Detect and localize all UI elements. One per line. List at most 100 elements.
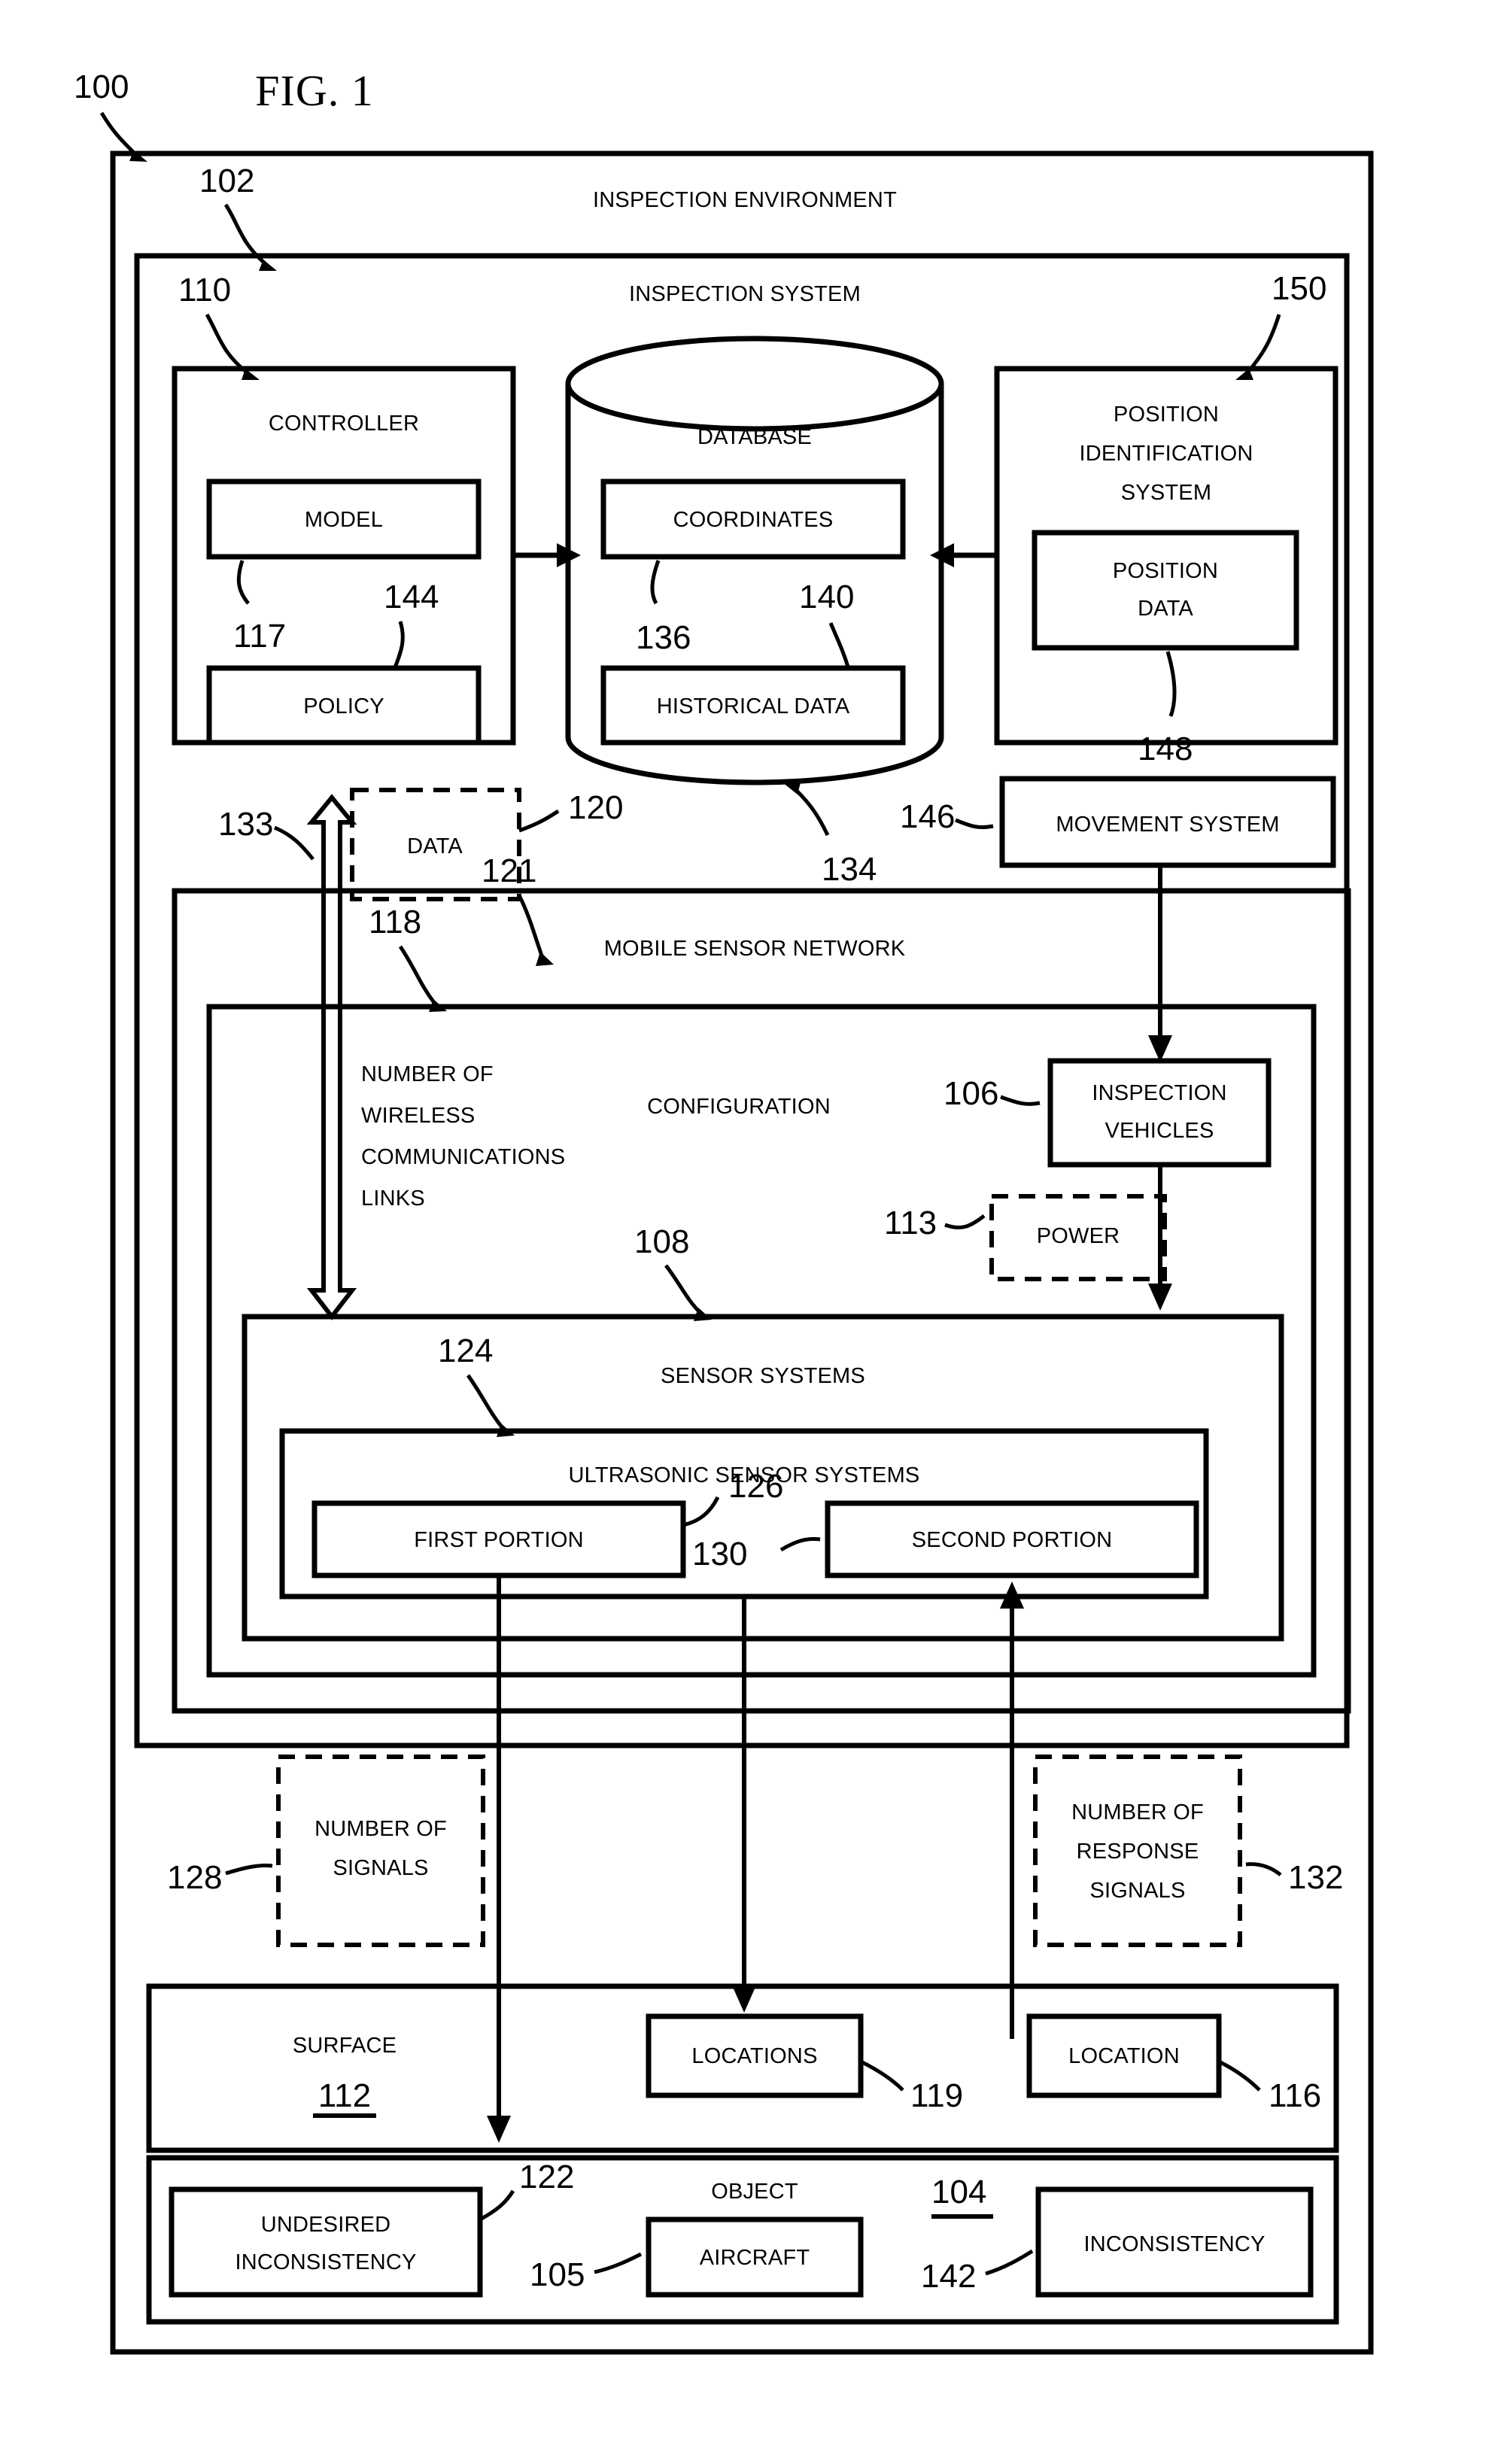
ref-140: 140 xyxy=(799,579,854,615)
number-of-response-signals-line2: RESPONSE xyxy=(1077,1840,1199,1864)
figure-title: FIG. 1 xyxy=(255,66,373,115)
number-of-signals-line1: NUMBER OF xyxy=(314,1817,447,1841)
leader-133 xyxy=(274,825,314,861)
wireless-links-line2: WIRELESS xyxy=(361,1104,475,1128)
movement-system-label: MOVEMENT SYSTEM xyxy=(1056,813,1279,837)
leader-108 xyxy=(664,1264,701,1314)
leader-113 xyxy=(944,1214,986,1229)
inspection-system-label: INSPECTION SYSTEM xyxy=(629,282,861,306)
leader-120 xyxy=(518,809,560,833)
ref-105: 105 xyxy=(530,2256,585,2293)
ref-133: 133 xyxy=(218,806,273,843)
position-data-box xyxy=(1032,530,1299,651)
wireless-links-line3: COMMUNICATIONS xyxy=(361,1145,565,1169)
leader-146 xyxy=(955,818,994,830)
second-portion-label: SECOND PORTION xyxy=(912,1528,1113,1552)
number-of-response-signals-line3: SIGNALS xyxy=(1089,1879,1185,1903)
ref-100: 100 xyxy=(74,68,129,105)
leader-140 xyxy=(828,622,851,670)
aircraft-label: AIRCRAFT xyxy=(700,2246,810,2270)
ref-117: 117 xyxy=(233,618,286,655)
leader-118 xyxy=(398,945,436,1005)
policy-label: POLICY xyxy=(303,694,384,719)
leader-121 xyxy=(517,894,544,956)
controller-label: CONTROLLER xyxy=(269,412,419,436)
number-of-signals-box xyxy=(276,1755,485,1947)
leader-122 xyxy=(479,2189,515,2222)
number-of-signals-line2: SIGNALS xyxy=(333,1856,428,1880)
leader-100 xyxy=(99,111,137,156)
ref-108: 108 xyxy=(634,1223,689,1260)
leader-105 xyxy=(594,2252,643,2274)
position-id-label-line2: IDENTIFICATION xyxy=(1079,442,1253,466)
ref-122: 122 xyxy=(519,2159,574,2195)
leader-126 xyxy=(682,1496,720,1527)
leader-150 xyxy=(1246,314,1281,374)
position-data-label-line1: POSITION xyxy=(1113,559,1218,583)
ref-106: 106 xyxy=(943,1075,998,1112)
leader-124 xyxy=(466,1374,504,1429)
sensor-systems-label: SENSOR SYSTEMS xyxy=(661,1364,865,1388)
ref-126: 126 xyxy=(728,1468,783,1505)
leader-134-arrowhead xyxy=(782,782,801,794)
ref-132: 132 xyxy=(1288,1859,1343,1896)
model-label: MODEL xyxy=(305,508,383,532)
ref-142: 142 xyxy=(921,2258,976,2295)
ref-124: 124 xyxy=(438,1332,493,1369)
ref-113: 113 xyxy=(884,1205,937,1241)
database-label: DATABASE xyxy=(697,425,812,449)
wireless-links-line4: LINKS xyxy=(361,1186,425,1211)
inspection-vehicles-box xyxy=(1047,1058,1272,1168)
ref-118: 118 xyxy=(369,904,421,940)
ref-150: 150 xyxy=(1272,270,1326,307)
ref-144: 144 xyxy=(384,579,439,615)
vehicles-to-sensors-arrow xyxy=(1148,1165,1172,1311)
undesired-inconsistency-box xyxy=(169,2186,483,2298)
wireless-links-double-arrow xyxy=(306,794,357,1320)
leader-134 xyxy=(795,788,830,837)
leader-106 xyxy=(1000,1095,1041,1106)
leader-142 xyxy=(985,2249,1034,2276)
mobile-sensor-network-label: MOBILE SENSOR NETWORK xyxy=(604,937,906,961)
second-portion-response-line xyxy=(1000,1581,1024,2039)
surface-row-box xyxy=(146,1983,1339,2153)
inspection-vehicles-label-line2: VEHICLES xyxy=(1105,1119,1214,1143)
leader-144 xyxy=(392,621,405,670)
inspection-vehicles-label-line1: INSPECTION xyxy=(1092,1081,1226,1105)
ref-110: 110 xyxy=(178,272,231,308)
leader-136 xyxy=(650,560,661,605)
ref-121: 121 xyxy=(482,852,536,889)
patent-figure-1: FIG. 1 100 INSPECTION ENVIRONMENT 102 IN… xyxy=(0,0,1495,2464)
object-label: OBJECT xyxy=(711,2180,798,2204)
ref-146: 146 xyxy=(900,798,955,835)
inspection-environment-label: INSPECTION ENVIRONMENT xyxy=(593,188,897,212)
configuration-label: CONFIGURATION xyxy=(647,1095,831,1119)
leader-148 xyxy=(1165,651,1177,717)
coordinates-label: COORDINATES xyxy=(673,508,834,532)
leader-116 xyxy=(1217,2059,1261,2092)
mobile-sensor-network-box xyxy=(172,888,1351,1714)
locations-label: LOCATIONS xyxy=(691,2044,817,2068)
ref-102: 102 xyxy=(199,163,254,199)
leader-130 xyxy=(779,1537,821,1552)
leader-128 xyxy=(225,1864,273,1876)
location-label: LOCATION xyxy=(1068,2044,1180,2068)
data-label: DATA xyxy=(407,834,463,858)
movement-to-vehicles-arrow xyxy=(1148,865,1172,1062)
ref-128: 128 xyxy=(167,1859,222,1896)
leader-117 xyxy=(236,560,250,605)
ref-119: 119 xyxy=(910,2077,963,2114)
power-label: POWER xyxy=(1037,1224,1120,1248)
ref-120: 120 xyxy=(568,789,623,826)
historical-data-label: HISTORICAL DATA xyxy=(657,694,850,719)
ref-130: 130 xyxy=(692,1536,747,1572)
position-id-label-line3: SYSTEM xyxy=(1121,481,1211,505)
leader-119 xyxy=(859,2059,904,2092)
ref-112: 112 xyxy=(318,2077,371,2114)
ref-116: 116 xyxy=(1269,2077,1321,2114)
first-portion-label: FIRST PORTION xyxy=(414,1528,584,1552)
leader-110 xyxy=(205,313,248,374)
ref-136: 136 xyxy=(636,619,691,656)
undesired-inconsistency-line2: INCONSISTENCY xyxy=(235,2250,416,2274)
surface-label: SURFACE xyxy=(293,2034,397,2058)
